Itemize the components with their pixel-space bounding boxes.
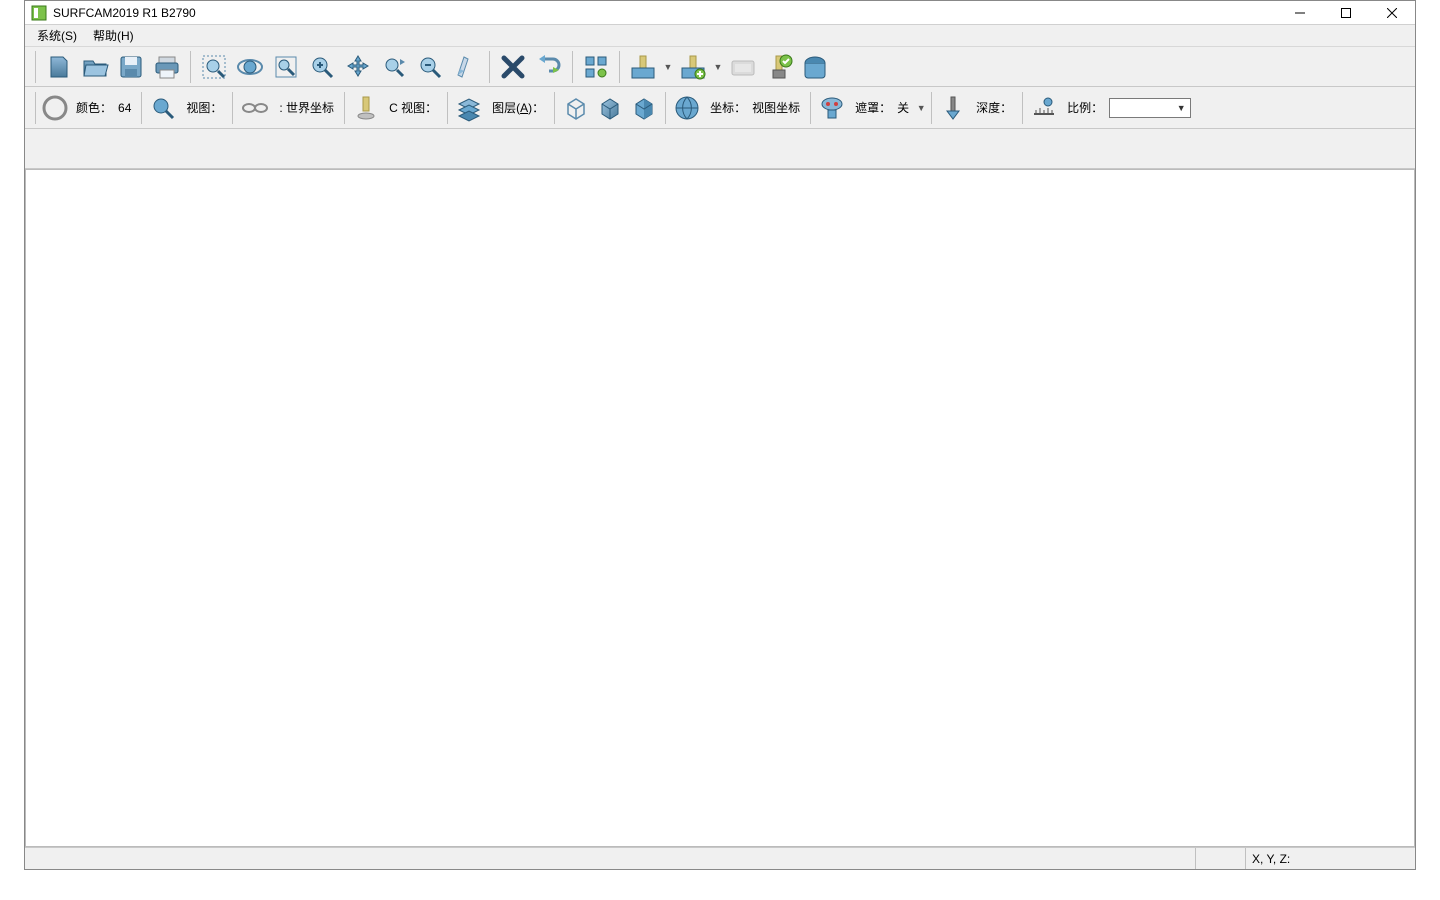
maximize-button[interactable] <box>1323 1 1369 25</box>
simulate-button[interactable] <box>726 50 760 84</box>
title-bar: SURFCAM2019 R1 B2790 <box>25 1 1415 25</box>
color-swatch-button[interactable] <box>40 93 70 123</box>
layer-label: 图层(A)： <box>486 99 550 116</box>
depth-button[interactable] <box>936 91 970 125</box>
layer-button[interactable] <box>452 91 486 125</box>
wireframe-button[interactable] <box>559 91 593 125</box>
zoom-window-button[interactable] <box>197 50 231 84</box>
post-button[interactable] <box>798 50 832 84</box>
scale-button[interactable] <box>1027 91 1061 125</box>
viewport[interactable] <box>25 169 1415 847</box>
print-button[interactable] <box>150 50 184 84</box>
new-file-button[interactable] <box>42 50 76 84</box>
zoom-previous-button[interactable] <box>377 50 411 84</box>
scale-combo[interactable]: ▼ <box>1109 98 1191 118</box>
tool-1-button[interactable] <box>626 50 660 84</box>
coord-label: 坐标： <box>704 99 752 116</box>
color-label: 颜色： <box>70 99 118 116</box>
zoom-in-button[interactable] <box>305 50 339 84</box>
zoom-rotate-button[interactable] <box>233 50 267 84</box>
status-cell-1 <box>1195 848 1245 869</box>
toolbar-primary: ▼ ▼ <box>25 47 1415 87</box>
minimize-button[interactable] <box>1277 1 1323 25</box>
status-bar: X, Y, Z: <box>25 847 1415 869</box>
depth-label: 深度： <box>970 99 1018 116</box>
close-button[interactable] <box>1369 1 1415 25</box>
undo-button[interactable] <box>532 50 566 84</box>
mask-value: 关 <box>897 99 915 116</box>
operations-manager-button[interactable] <box>579 50 613 84</box>
open-file-button[interactable] <box>78 50 112 84</box>
toolbar-secondary: 颜色： 64 视图： : 世界坐标 C 视图： 图层(A)： <box>25 87 1415 129</box>
world-label: : 世界坐标 <box>273 99 340 116</box>
shaded-1-button[interactable] <box>593 91 627 125</box>
chain-icon <box>237 101 273 115</box>
verify-button[interactable] <box>762 50 796 84</box>
mask-dropdown[interactable]: ▼ <box>915 103 927 113</box>
save-button[interactable] <box>114 50 148 84</box>
cview-label: C 视图： <box>383 99 443 116</box>
view-label: 视图： <box>180 99 228 116</box>
zoom-fit-button[interactable] <box>269 50 303 84</box>
menu-system[interactable]: 系统(S) <box>29 25 85 46</box>
pan-button[interactable] <box>341 50 375 84</box>
status-xyz: X, Y, Z: <box>1245 848 1415 869</box>
color-value: 64 <box>118 101 137 115</box>
delete-button[interactable] <box>496 50 530 84</box>
mask-label: 遮罩： <box>849 99 897 116</box>
menu-help[interactable]: 帮助(H) <box>85 25 142 46</box>
view-button[interactable] <box>146 91 180 125</box>
tool-1-dropdown[interactable]: ▼ <box>662 62 674 72</box>
tool-2-dropdown[interactable]: ▼ <box>712 62 724 72</box>
app-icon <box>31 5 47 21</box>
app-window: SURFCAM2019 R1 B2790 系统(S) 帮助(H) <box>24 0 1416 870</box>
toolbar-empty-row <box>25 129 1415 169</box>
zoom-out-button[interactable] <box>413 50 447 84</box>
menu-bar: 系统(S) 帮助(H) <box>25 25 1415 47</box>
cview-button[interactable] <box>349 91 383 125</box>
mask-button[interactable] <box>815 91 849 125</box>
coord-button[interactable] <box>670 91 704 125</box>
coord-value: 视图坐标 <box>752 99 806 116</box>
scale-label: 比例： <box>1061 99 1109 116</box>
tool-2-button[interactable] <box>676 50 710 84</box>
window-title: SURFCAM2019 R1 B2790 <box>53 6 196 20</box>
redraw-button[interactable] <box>449 50 483 84</box>
shaded-2-button[interactable] <box>627 91 661 125</box>
